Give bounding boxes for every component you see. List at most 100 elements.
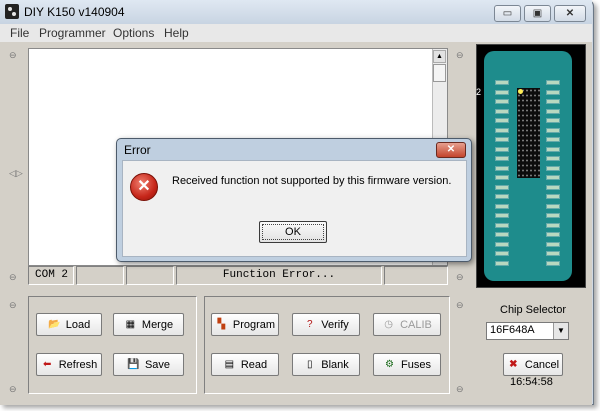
socket-pin-left [495,184,509,190]
program-button[interactable]: ▚ Program [211,313,279,336]
socket-pin-right [546,156,560,161]
pin-label: 2 [476,87,482,97]
chip-image [517,88,540,178]
minimize-button[interactable]: ▭ [494,5,521,22]
splitter-grip-icon[interactable]: ⊖ [9,50,17,61]
calib-button[interactable]: ◷ CALIB [373,313,441,336]
verify-label: Verify [321,318,349,331]
socket-pin-right [546,194,560,199]
socket-pin-left [495,118,509,123]
error-x-icon: ✕ [130,173,158,201]
socket-pin-left [495,146,509,152]
save-label: Save [144,358,171,371]
programmer-group [204,296,450,394]
scroll-thumb[interactable] [433,64,446,82]
socket-pin-left [495,175,509,180]
splitter-grip-icon[interactable]: ⊖ [456,272,464,283]
port-status: COM 2 [28,266,74,285]
folder-open-icon: 📂 [48,319,61,330]
socket-pin-left [495,99,509,104]
refresh-button[interactable]: ⬅ Refresh [36,353,102,376]
menu-options[interactable]: Options [113,26,154,40]
fuses-button[interactable]: ⚙ Fuses [373,353,441,376]
close-window-button[interactable]: ✕ [554,5,586,22]
splitter-grip-icon[interactable]: ⊖ [456,300,464,311]
clock: 16:54:58 [510,376,553,388]
socket-pin-right [546,137,560,142]
load-button[interactable]: 📂 Load [36,313,102,336]
socket-pin-left [495,203,509,209]
verify-button[interactable]: ? Verify [292,313,360,336]
socket-pin-right [546,260,560,266]
app-logo-icon [5,4,19,19]
socket-pin-right [546,118,560,123]
socket-pin-right [546,222,560,228]
scroll-up-icon[interactable]: ▲ [433,50,446,63]
socket-pin-left [495,127,509,133]
socket-pin-left [495,165,509,171]
calib-label: CALIB [400,318,432,331]
chip-selector-value: 16F648A [490,324,535,336]
clock-icon: ◷ [384,319,393,330]
menu-file[interactable]: File [10,26,29,40]
merge-label: Merge [141,318,174,331]
socket-pin-left [495,251,509,256]
socket-pin-right [546,203,560,209]
read-button[interactable]: ▤ Read [211,353,279,376]
socket-pin-left [495,80,509,85]
status-message: Function Error... [176,266,382,285]
merge-icon: ▦ [125,319,136,330]
socket-pin-left [495,108,509,114]
save-button[interactable]: 💾 Save [113,353,184,376]
error-message: Received function not supported by this … [172,175,452,187]
refresh-icon: ⬅ [43,359,52,370]
splitter-grip-icon[interactable]: ⊖ [9,384,17,395]
socket-pin-right [546,184,560,190]
cancel-label: Cancel [524,358,560,371]
socket-pin-right [546,165,560,171]
window-title: DIY K150 v140904 [24,5,125,19]
fuses-icon: ⚙ [385,359,394,370]
socket-pin-right [546,251,560,256]
socket-pin-right [546,127,560,133]
cancel-x-icon: ✖ [509,359,518,370]
read-label: Read [240,358,268,371]
cancel-button[interactable]: ✖ Cancel [503,353,563,376]
program-label: Program [232,318,276,331]
floppy-disk-icon: 💾 [127,359,140,370]
dialog-close-button[interactable]: ✕ [436,142,466,158]
socket-pin-right [546,99,560,104]
blank-button[interactable]: ▯ Blank [292,353,360,376]
socket-pin-left [495,222,509,228]
socket-pin-right [546,89,560,95]
socket-pin-left [495,260,509,266]
maximize-button[interactable]: ▣ [524,5,551,22]
blank-page-icon: ▯ [306,359,313,370]
chevron-down-icon[interactable]: ▼ [553,323,568,339]
socket-pin-right [546,108,560,114]
socket-pin-right [546,213,560,218]
socket-pin-left [495,241,509,247]
menu-programmer[interactable]: Programmer [39,26,106,40]
dialog-title: Error [124,143,151,157]
socket-pin-right [546,232,560,237]
menu-help[interactable]: Help [164,26,189,40]
merge-button[interactable]: ▦ Merge [113,313,184,336]
socket-pin-left [495,194,509,199]
splitter-grip-icon[interactable]: ⊖ [9,272,17,283]
splitter-grip-icon[interactable]: ⊖ [456,384,464,395]
splitter-grip-icon[interactable]: ⊖ [9,300,17,311]
socket-pin-right [546,175,560,180]
socket-pin-left [495,89,509,95]
splitter-grip-icon[interactable]: ⊖ [456,50,464,61]
refresh-label: Refresh [58,358,98,371]
program-chip-icon: ▚ [217,319,226,330]
file-group [28,296,197,394]
ok-button[interactable]: OK [259,221,327,243]
socket-pin-right [546,146,560,152]
pin1-marker [518,89,523,94]
splitter-grip-icon[interactable]: ◁▷ [9,168,23,179]
status-panel [76,266,124,285]
socket-pin-left [495,156,509,161]
socket-pin-right [546,80,560,85]
